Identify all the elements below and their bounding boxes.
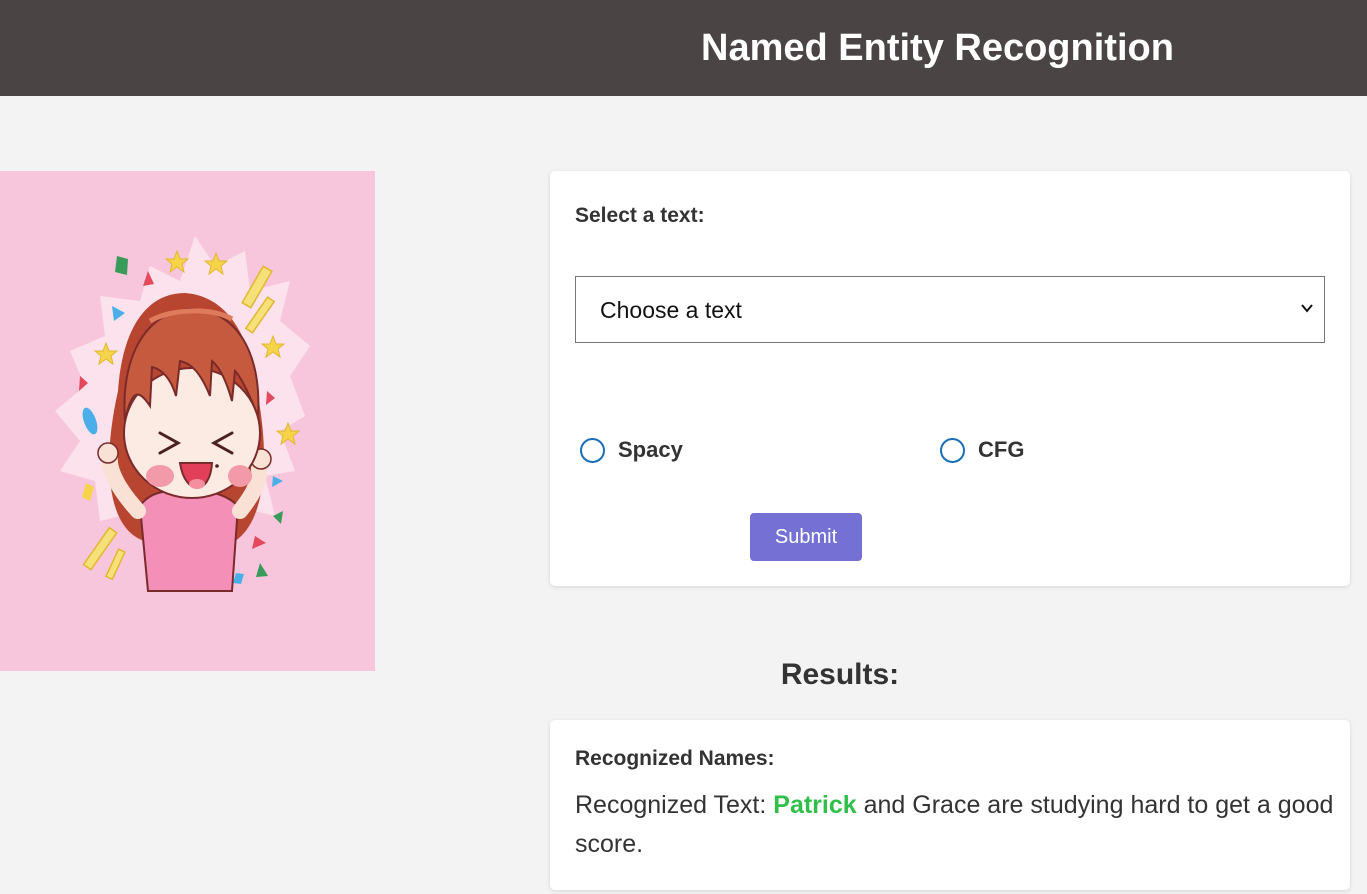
entity-highlight: Patrick (773, 791, 857, 819)
results-card: Recognized Names: Recognized Text: Patri… (550, 720, 1350, 890)
submit-button[interactable]: Submit (750, 513, 862, 561)
radio-button-cfg[interactable] (940, 437, 965, 463)
cheering-girl-illustration (0, 171, 375, 671)
app-header: Named Entity Recognition (0, 0, 1367, 96)
results-heading: Results: (780, 658, 900, 691)
text-select[interactable]: Choose a text (575, 276, 1325, 343)
text-selection-card: Select a text: Choose a text Spacy CFG S… (550, 171, 1350, 586)
recognized-text: Recognized Text: Patrick and Grace are s… (575, 786, 1335, 864)
recognized-names-label: Recognized Names: (575, 747, 775, 770)
select-text-label: Select a text: (575, 204, 705, 227)
recognized-text-prefix: Recognized Text: (575, 791, 774, 819)
text-select-value: Choose a text (600, 297, 742, 323)
radio-label-spacy: Spacy (618, 437, 683, 462)
chevron-down-icon (1301, 304, 1313, 313)
radio-button-spacy[interactable] (580, 437, 605, 463)
radio-option-cfg[interactable]: CFG (940, 437, 1024, 463)
radio-label-cfg: CFG (978, 437, 1025, 462)
page-title: Named Entity Recognition (701, 27, 1174, 69)
radio-option-spacy[interactable]: Spacy (580, 437, 683, 463)
